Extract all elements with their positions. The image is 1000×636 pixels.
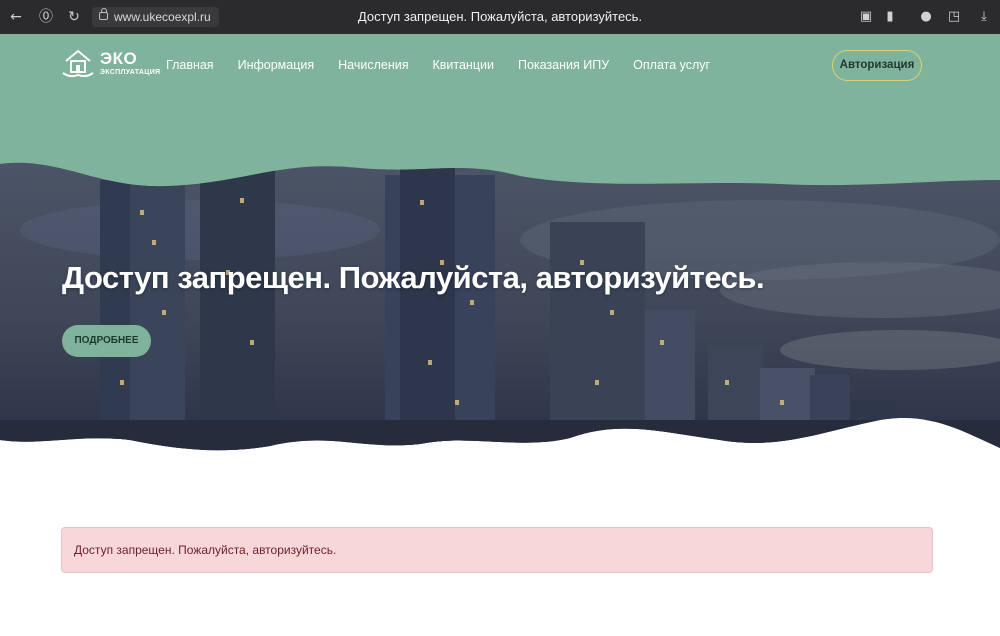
browser-toolbar: ← ⓪ ↻ www.ukecoexpl.ru Доступ запрещен. … xyxy=(0,0,1000,34)
address-bar[interactable]: www.ukecoexpl.ru xyxy=(92,7,219,27)
logo-brand: ЭКО xyxy=(100,49,138,68)
hero-banner: Доступ запрещен. Пожалуйста, авторизуйте… xyxy=(0,150,1000,460)
logo-subtitle: ЭКСПЛУАТАЦИЯ xyxy=(100,69,161,76)
extension-icon[interactable]: ● xyxy=(918,9,934,25)
download-icon[interactable]: ⤓ xyxy=(976,9,992,25)
logo[interactable]: ЭКО ЭКСПЛУАТАЦИЯ xyxy=(62,47,162,83)
address-text: www.ukecoexpl.ru xyxy=(114,10,211,24)
reload-icon[interactable]: ↻ xyxy=(66,9,82,25)
back-icon[interactable]: ← xyxy=(8,9,24,25)
menu-item-charges[interactable]: Начисления xyxy=(338,58,408,72)
error-alert: Доступ запрещен. Пожалуйста, авторизуйте… xyxy=(61,527,933,573)
menu-item-meter-readings[interactable]: Показания ИПУ xyxy=(518,58,609,72)
collections-icon[interactable]: ◳ xyxy=(946,9,962,25)
lock-icon xyxy=(99,8,108,20)
yandex-icon[interactable]: ⓪ xyxy=(38,9,54,25)
hero-title: Доступ запрещен. Пожалуйста, авторизуйте… xyxy=(62,260,765,295)
login-button[interactable]: Авторизация xyxy=(832,50,922,81)
menu-item-payment[interactable]: Оплата услуг xyxy=(633,58,710,72)
menu-item-info[interactable]: Информация xyxy=(238,58,315,72)
main-menu: Главная Информация Начисления Квитанции … xyxy=(166,58,734,72)
menu-item-home[interactable]: Главная xyxy=(166,58,214,72)
bookmark-icon[interactable]: ▮ xyxy=(882,9,898,25)
house-hands-icon xyxy=(62,49,94,78)
reader-icon[interactable]: ▣ xyxy=(858,9,874,25)
menu-item-receipts[interactable]: Квитанции xyxy=(432,58,493,72)
more-button[interactable]: ПОДРОБНЕЕ xyxy=(62,325,151,357)
hero-image xyxy=(0,162,1000,451)
